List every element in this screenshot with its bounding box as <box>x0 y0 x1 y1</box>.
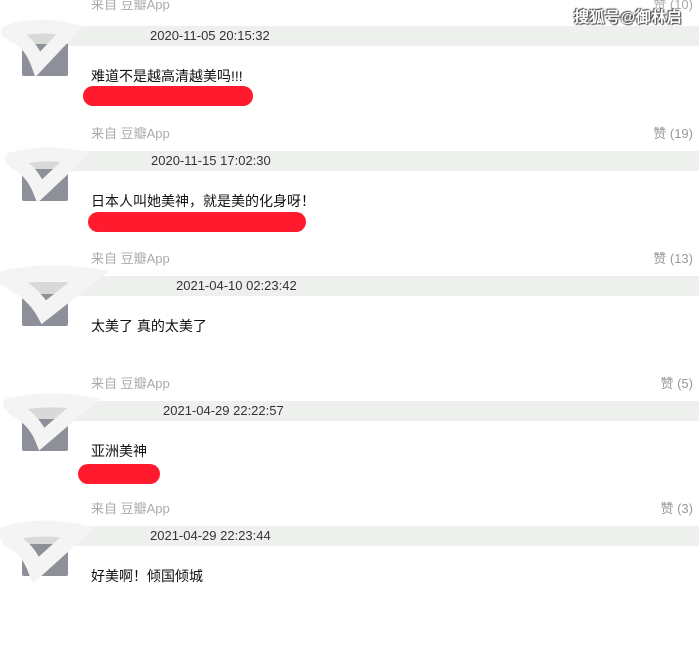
comment-item: 2021-04-10 02:23:42 太美了 真的太美了 来自 豆瓣App 赞… <box>0 265 699 401</box>
comment-source: 来自 豆瓣App <box>91 251 170 266</box>
comment-source: 来自 豆瓣App <box>91 376 170 391</box>
comment-timestamp: 2020-11-15 17:02:30 <box>151 153 271 168</box>
comment-item: 2021-04-29 22:22:57 亚洲美神 来自 豆瓣App 赞 (3) <box>0 393 699 526</box>
comment-text: 亚洲美神 <box>91 443 147 459</box>
comment-item: 2020-11-15 17:02:30 日本人叫她美神，就是美的化身呀！ 来自 … <box>0 147 699 276</box>
comment-source: 来自 豆瓣App <box>91 501 170 516</box>
avatar[interactable] <box>22 532 68 576</box>
comment-text: 日本人叫她美神，就是美的化身呀！ <box>91 193 315 209</box>
comment-text: 好美啊！倾国倾城 <box>91 568 203 584</box>
comment-timestamp: 2021-04-10 02:23:42 <box>176 278 297 293</box>
watermark: 搜狐号@御林启 <box>574 9 683 26</box>
avatar[interactable] <box>22 157 68 201</box>
like-count[interactable]: 赞 (13) <box>653 248 693 267</box>
comment-timestamp: 2021-04-29 22:22:57 <box>163 403 284 418</box>
redaction-mark <box>78 464 160 484</box>
comment-item: 2020-11-05 20:15:32 难道不是越高清越美吗!!! 来自 豆瓣A… <box>0 19 699 151</box>
redaction-mark <box>88 212 306 232</box>
like-count[interactable]: 赞 (5) <box>660 373 693 392</box>
avatar[interactable] <box>22 282 68 326</box>
avatar[interactable] <box>22 32 68 76</box>
comment-source: 来自 豆瓣App <box>91 126 170 141</box>
comment-timestamp: 2020-11-05 20:15:32 <box>150 28 270 43</box>
comment-text: 难道不是越高清越美吗!!! <box>91 68 243 84</box>
like-count[interactable]: 赞 (3) <box>660 498 693 517</box>
comment-timestamp: 2021-04-29 22:23:44 <box>150 528 271 543</box>
avatar[interactable] <box>22 407 68 451</box>
comment-item: 2021-04-29 22:23:44 好美啊！倾国倾城 <box>0 520 699 651</box>
comment-text: 太美了 真的太美了 <box>91 318 207 334</box>
comment-source: 来自 豆瓣App <box>91 0 170 12</box>
comment-header <box>68 276 699 296</box>
redaction-mark <box>83 86 253 106</box>
like-count[interactable]: 赞 (19) <box>653 123 693 142</box>
